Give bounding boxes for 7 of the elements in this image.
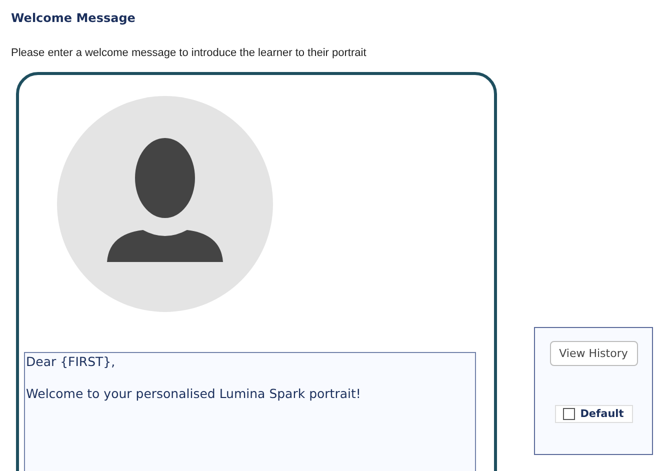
instructions-text: Please enter a welcome message to introduce the learner to their portrait [11,47,366,59]
view-history-button[interactable]: View History [550,341,638,366]
section-heading: Welcome Message [11,11,136,25]
message-field[interactable]: Dear {FIRST}, Welcome to your personalised Lumina Spark portrait! [24,352,476,471]
avatar-placeholder-icon [57,96,273,312]
default-checkbox[interactable]: Default [554,405,632,423]
checkbox-icon[interactable] [563,408,576,420]
